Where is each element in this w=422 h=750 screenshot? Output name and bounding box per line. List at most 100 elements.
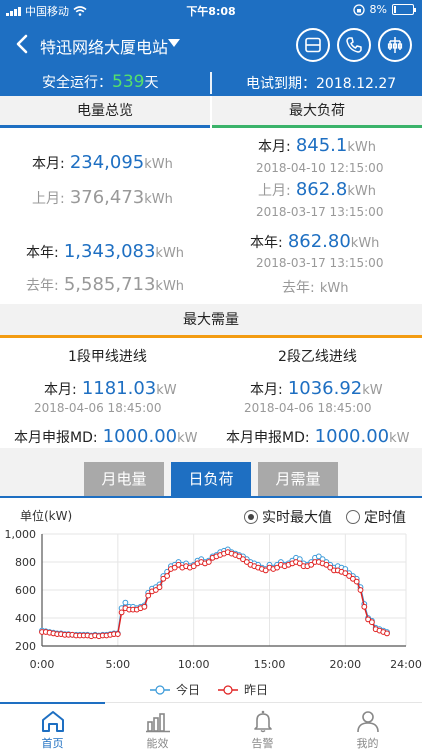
- energy-month-label: 本月:: [32, 156, 65, 172]
- divider: [210, 72, 212, 94]
- status-right: 8%: [352, 3, 416, 16]
- demand-unit: kW: [362, 383, 383, 398]
- data-point-yesterday: [156, 584, 163, 591]
- user-icon: [356, 711, 379, 733]
- data-point-yesterday: [384, 630, 390, 637]
- daily-load-chart: 200 400 600 800 1,000 0:00 5:00 10:00 15:00 20:00…: [5, 528, 422, 697]
- tab-month-energy[interactable]: 月电量: [84, 462, 164, 496]
- load-last-year-label: 去年:: [282, 280, 315, 296]
- load-last-year-row: 去年: kWh: [282, 276, 348, 297]
- load-month-time: 2018-04-10 12:15:00: [256, 161, 384, 175]
- max-demand-header: 最大需量: [0, 304, 422, 338]
- battery-label: 8%: [369, 3, 387, 16]
- status-bar: 中国移动 下午8:08 8%: [0, 0, 422, 20]
- load-last-month-label: 上月:: [258, 183, 291, 199]
- nav-home-label: 首页: [41, 737, 64, 750]
- load-last-month-row: 上月: 862.8kWh: [258, 179, 376, 200]
- x-tick-label: 5:00: [105, 658, 130, 671]
- y-tick-label: 800: [15, 556, 36, 569]
- circuit-icon: [387, 37, 403, 53]
- data-point-today: [122, 599, 129, 606]
- load-last-month-value: 862.8: [295, 179, 348, 200]
- x-tick-label: 0:00: [30, 658, 55, 671]
- line1-month-time: 2018-04-06 18:45:00: [34, 401, 162, 415]
- nav-home[interactable]: 首页: [0, 702, 105, 750]
- tab-month-demand[interactable]: 月需量: [258, 462, 338, 496]
- back-arrow-icon[interactable]: [12, 32, 34, 56]
- max-load-header: 最大负荷: [212, 96, 422, 128]
- home-icon: [41, 711, 64, 732]
- legend-swatch-marker: [223, 685, 233, 695]
- data-point-yesterday: [118, 609, 125, 616]
- energy-month-row: 本月: 234,095kWh: [32, 152, 173, 173]
- line2-md-value: 1000.00: [314, 426, 390, 447]
- load-year-time: 2018-03-17 13:15:00: [256, 256, 384, 270]
- phone-button[interactable]: [337, 28, 371, 62]
- data-point-yesterday: [357, 587, 364, 593]
- energy-last-month-value: 376,473: [69, 187, 145, 208]
- line1-title: 1段甲线进线: [68, 349, 147, 365]
- nav-efficiency-label: 能效: [146, 737, 169, 750]
- energy-unit: kWh: [144, 192, 173, 207]
- nav-profile-label: 我的: [356, 737, 379, 750]
- energy-unit: kWh: [155, 279, 185, 294]
- load-last-month-time: 2018-03-17 13:15:00: [256, 205, 384, 219]
- data-point-yesterday: [145, 592, 152, 599]
- data-point-yesterday: [164, 573, 171, 579]
- bottom-nav: 首页 能效 告警 我的: [0, 702, 422, 750]
- load-month-value: 845.1: [295, 135, 348, 156]
- nav-efficiency[interactable]: 能效: [105, 703, 210, 750]
- tab-underline: [0, 496, 422, 498]
- diagram-button[interactable]: [378, 28, 412, 62]
- legend-label: 今日: [176, 682, 200, 697]
- nav-profile[interactable]: 我的: [315, 703, 420, 750]
- data-point-yesterday: [205, 559, 212, 565]
- demand-unit: kW: [389, 431, 410, 446]
- line1-md-row: 本月申报MD: 1000.00kW: [14, 426, 198, 447]
- energy-last-year-value: 5,585,713: [63, 274, 156, 295]
- x-tick-label: 20:00: [329, 658, 361, 671]
- x-tick-label: 15:00: [254, 658, 286, 671]
- demand-unit: kW: [177, 431, 198, 446]
- battery-icon: [392, 4, 416, 15]
- load-month-label: 本月:: [258, 139, 291, 155]
- energy-year-value: 1,343,083: [63, 241, 156, 262]
- card-button[interactable]: [296, 28, 330, 62]
- nav-alarm[interactable]: 告警: [210, 703, 315, 750]
- bar-chart-icon: [145, 713, 170, 733]
- load-year-label: 本年:: [250, 235, 283, 251]
- chevron-down-icon[interactable]: [168, 39, 180, 47]
- line2-md-label: 本月申报MD:: [226, 430, 310, 446]
- line1-month-value: 1181.03: [81, 378, 157, 399]
- series-line-yesterday: [42, 551, 388, 637]
- energy-overview-header: 电量总览: [0, 96, 210, 128]
- safe-label: 安全运行：: [42, 75, 112, 91]
- load-unit: kWh: [347, 184, 376, 199]
- demand-unit: kW: [156, 383, 177, 398]
- energy-last-year-label: 去年:: [26, 278, 59, 294]
- energy-last-year-row: 去年: 5,585,713kWh: [26, 274, 184, 295]
- card-icon: [305, 37, 321, 53]
- line2-month-label: 本月:: [250, 382, 283, 398]
- data-point-yesterday: [369, 619, 375, 626]
- station-title[interactable]: 特迅网络大厦电站: [40, 34, 168, 58]
- line2-month-time: 2018-04-06 18:45:00: [244, 401, 372, 415]
- data-point-yesterday: [141, 603, 148, 610]
- nav-active-indicator: [0, 702, 105, 704]
- safe-days: 539: [112, 72, 145, 92]
- load-unit: kWh: [319, 281, 349, 296]
- safe-running: 安全运行：539天: [42, 72, 158, 92]
- energy-month-value: 234,095: [69, 152, 145, 173]
- load-year-row: 本年: 862.80kWh: [250, 231, 379, 252]
- line2-md-row: 本月申报MD: 1000.00kW: [226, 426, 410, 447]
- energy-year-row: 本年: 1,343,083kWh: [26, 241, 184, 262]
- energy-last-month-row: 上月: 376,473kWh: [32, 187, 173, 208]
- info-strip: 安全运行：539天 电试到期：2018.12.27: [0, 68, 422, 96]
- energy-unit: kWh: [144, 157, 173, 172]
- line1-month-label: 本月:: [44, 382, 77, 398]
- tab-daily-load[interactable]: 日负荷: [171, 462, 251, 496]
- line1-md-value: 1000.00: [102, 426, 178, 447]
- nav-alarm-label: 告警: [251, 737, 274, 750]
- legend-swatch-marker: [155, 685, 165, 695]
- line1-md-label: 本月申报MD:: [14, 430, 98, 446]
